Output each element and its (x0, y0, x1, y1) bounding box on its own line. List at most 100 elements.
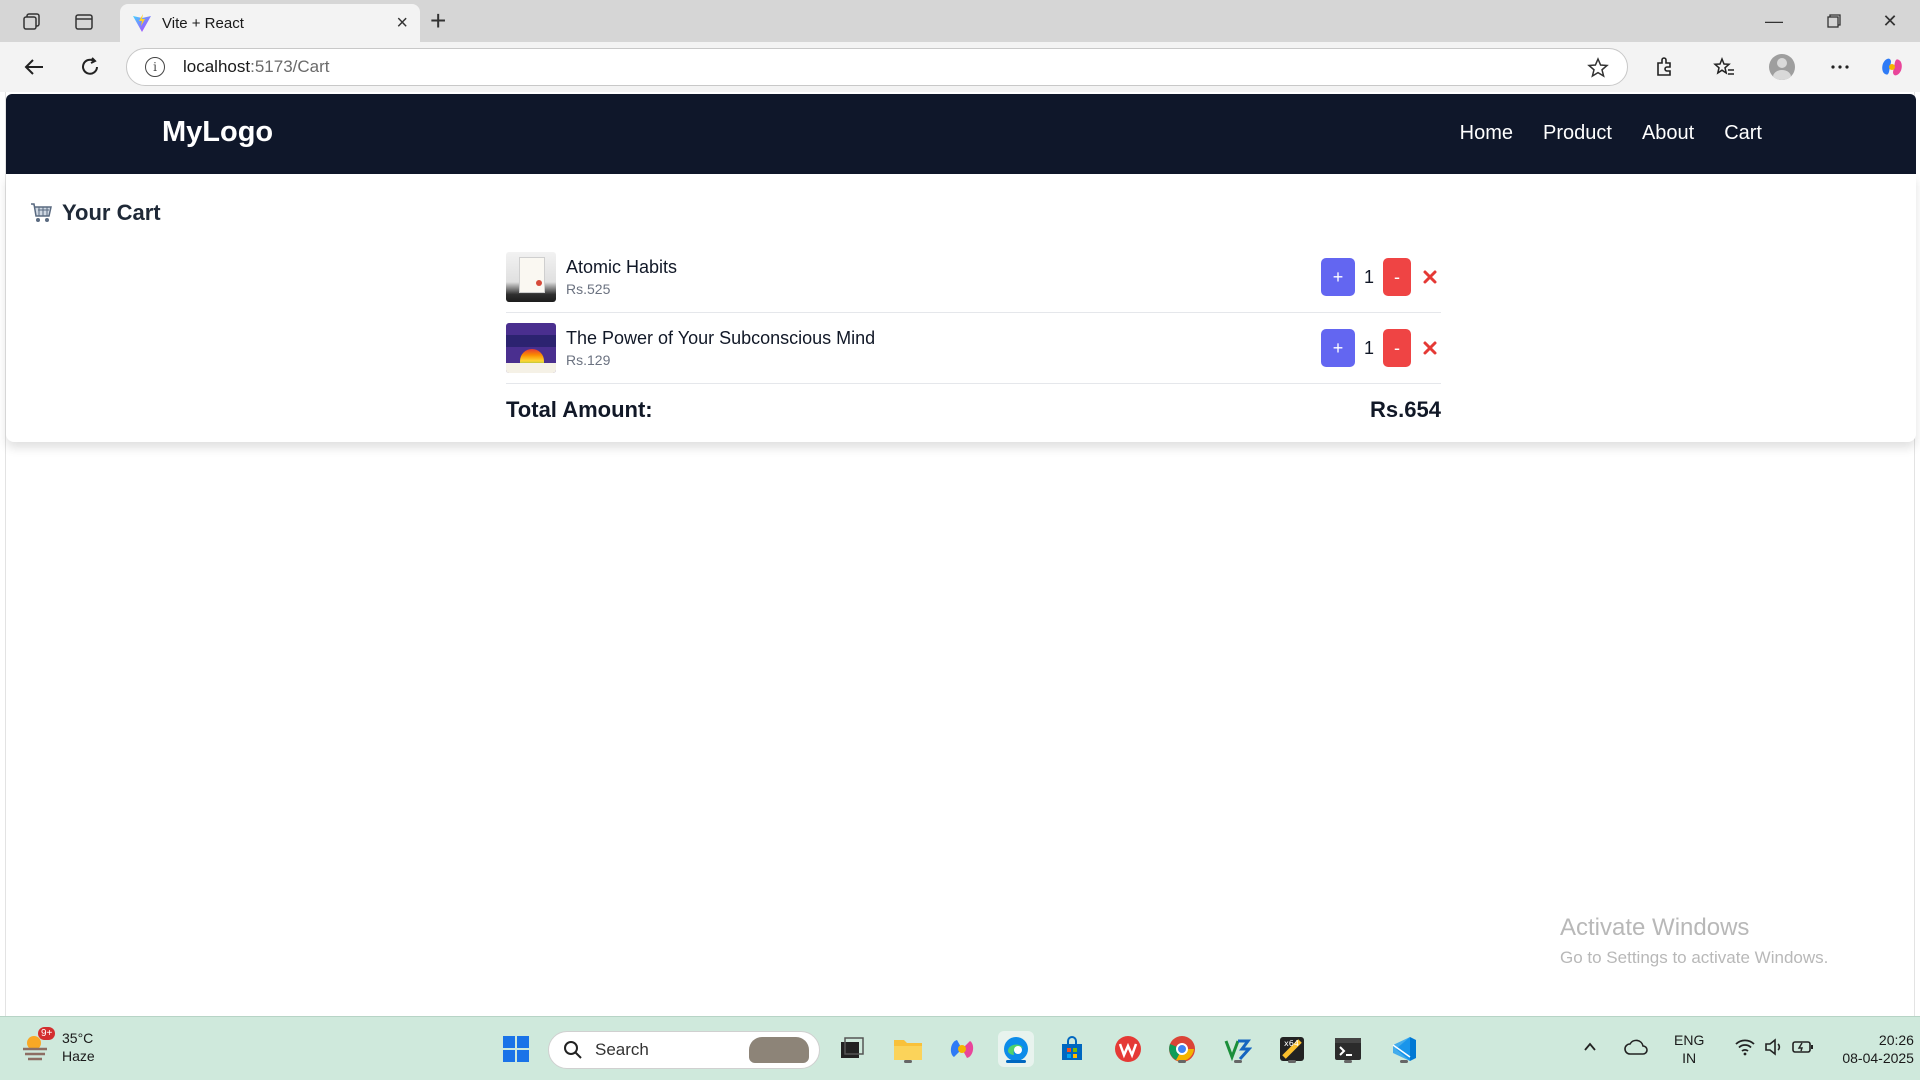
browser-tab-bar: Vite + React × + — ✕ (0, 0, 1920, 42)
extensions-icon[interactable] (1648, 51, 1680, 83)
terminal-icon[interactable] (1330, 1031, 1366, 1067)
tab-close-icon[interactable]: × (396, 13, 408, 33)
new-tab-icon[interactable]: + (430, 7, 446, 35)
search-icon (564, 1041, 582, 1059)
more-options-icon[interactable] (1824, 51, 1856, 83)
running-indicator (1344, 1060, 1352, 1063)
svg-text:x64: x64 (1284, 1039, 1299, 1048)
cart-items-list: Atomic Habits Rs.525 + 1 - The Power of … (506, 242, 1441, 436)
tab-title: Vite + React (162, 14, 244, 32)
running-indicator (1234, 1060, 1242, 1063)
clock-date: 08-04-2025 (1842, 1050, 1914, 1066)
language-primary: ENG (1674, 1032, 1705, 1048)
file-explorer-icon[interactable] (890, 1031, 926, 1067)
quantity-value: 1 (1363, 337, 1374, 358)
copilot-icon[interactable] (1876, 51, 1908, 83)
language-indicator[interactable]: ENG IN (1674, 1031, 1704, 1067)
book-cover-image (506, 323, 556, 373)
close-x-icon[interactable] (1419, 266, 1441, 288)
restore-icon[interactable] (1804, 0, 1864, 42)
cart-total-row: Total Amount: Rs.654 (506, 384, 1441, 436)
nav-link-product[interactable]: Product (1543, 122, 1612, 145)
weather-haze-icon: 9+ (20, 1027, 56, 1063)
tab-actions-icon[interactable] (68, 6, 100, 38)
increase-quantity-button[interactable]: + (1321, 329, 1355, 367)
url-bar[interactable]: i localhost:5173/Cart (126, 48, 1628, 86)
decrease-quantity-button[interactable]: - (1383, 258, 1411, 296)
watermark-subtitle: Go to Settings to activate Windows. (1560, 948, 1829, 967)
onedrive-cloud-icon[interactable] (1624, 1038, 1648, 1061)
watermark-title: Activate Windows (1560, 914, 1750, 941)
running-indicator (904, 1060, 912, 1063)
running-indicator (1400, 1060, 1408, 1063)
site-info-icon[interactable]: i (145, 57, 165, 77)
site-navbar: MyLogo Home Product About Cart (6, 94, 1916, 174)
volume-icon[interactable] (1764, 1037, 1784, 1061)
search-placeholder: Search (595, 1040, 649, 1059)
copilot-app-icon[interactable] (944, 1031, 980, 1067)
increase-quantity-button[interactable]: + (1321, 258, 1355, 296)
taskbar-search-box[interactable]: Search (548, 1031, 820, 1069)
item-name: Atomic Habits (566, 257, 678, 277)
edge-browser-icon[interactable] (998, 1031, 1034, 1067)
quantity-controls: + 1 - (1321, 258, 1441, 296)
cart-panel: Your Cart Atomic Habits Rs.525 + 1 - The… (6, 174, 1916, 442)
item-name: The Power of Your Subconscious Mind (566, 328, 876, 348)
running-indicator (1288, 1060, 1296, 1063)
weather-condition: Haze (62, 1048, 95, 1064)
microsoft-store-icon[interactable] (1054, 1031, 1090, 1067)
close-window-icon[interactable]: ✕ (1860, 0, 1920, 42)
veeam-app-icon[interactable] (1220, 1031, 1256, 1067)
vite-logo-icon (133, 14, 151, 32)
vscode-icon[interactable] (1386, 1031, 1422, 1067)
page-viewport: MyLogo Home Product About Cart Your Cart (5, 92, 1916, 1016)
language-secondary: IN (1682, 1050, 1697, 1066)
windows-taskbar: 9+ 35°C Haze Search x64 ENG IN 20:26 08-… (0, 1016, 1920, 1080)
profile-avatar-icon[interactable] (1766, 51, 1798, 83)
back-arrow-icon[interactable] (18, 51, 50, 83)
weather-badge: 9+ (38, 1027, 56, 1040)
decrease-quantity-button[interactable]: - (1383, 329, 1411, 367)
search-highlight-image (749, 1037, 809, 1063)
cart-heading-text: Your Cart (62, 200, 161, 225)
favorites-icon[interactable] (1708, 51, 1740, 83)
shopping-cart-icon (31, 203, 52, 222)
task-view-icon[interactable] (834, 1031, 870, 1067)
total-value: Rs.654 (1370, 397, 1441, 422)
tab-active[interactable]: Vite + React × (120, 4, 420, 42)
url-path: :5173/Cart (250, 57, 330, 76)
nav-links: Home Product About Cart (1460, 122, 1762, 145)
url-host: localhost (183, 57, 251, 76)
running-indicator (1006, 1060, 1026, 1063)
workspaces-icon[interactable] (16, 6, 48, 38)
battery-icon[interactable] (1792, 1039, 1814, 1060)
site-logo[interactable]: MyLogo (162, 116, 273, 149)
favorite-star-icon[interactable] (1587, 57, 1609, 84)
quantity-value: 1 (1363, 266, 1374, 287)
windows-start-icon[interactable] (498, 1031, 534, 1067)
book-cover-image (506, 252, 556, 302)
browser-address-bar: i localhost:5173/Cart (0, 42, 1920, 92)
chevron-up-icon[interactable] (1582, 1039, 1598, 1060)
wps-office-icon[interactable] (1110, 1031, 1146, 1067)
cart-heading: Your Cart (30, 200, 161, 226)
cart-item-row: Atomic Habits Rs.525 + 1 - (506, 242, 1441, 313)
close-x-icon[interactable] (1419, 337, 1441, 359)
refresh-icon[interactable] (74, 51, 106, 83)
clock-time: 20:26 (1878, 1032, 1914, 1048)
xampp-icon[interactable]: x64 (1274, 1031, 1310, 1067)
weather-widget[interactable]: 9+ 35°C Haze (20, 1027, 95, 1065)
system-tray: ENG IN 20:26 08-04-2025 (1582, 1017, 1914, 1080)
quantity-controls: + 1 - (1321, 329, 1441, 367)
minimize-icon[interactable]: — (1744, 0, 1804, 42)
weather-temperature: 35°C (62, 1030, 94, 1046)
total-label: Total Amount: (506, 397, 653, 422)
cart-item-row: The Power of Your Subconscious Mind Rs.1… (506, 313, 1441, 384)
nav-link-cart[interactable]: Cart (1724, 122, 1762, 145)
wifi-icon[interactable] (1734, 1038, 1756, 1061)
nav-link-home[interactable]: Home (1460, 122, 1513, 145)
system-clock[interactable]: 20:26 08-04-2025 (1842, 1031, 1914, 1067)
nav-link-about[interactable]: About (1642, 122, 1694, 145)
chrome-browser-icon[interactable] (1164, 1031, 1200, 1067)
item-price: Rs.129 (566, 352, 611, 368)
